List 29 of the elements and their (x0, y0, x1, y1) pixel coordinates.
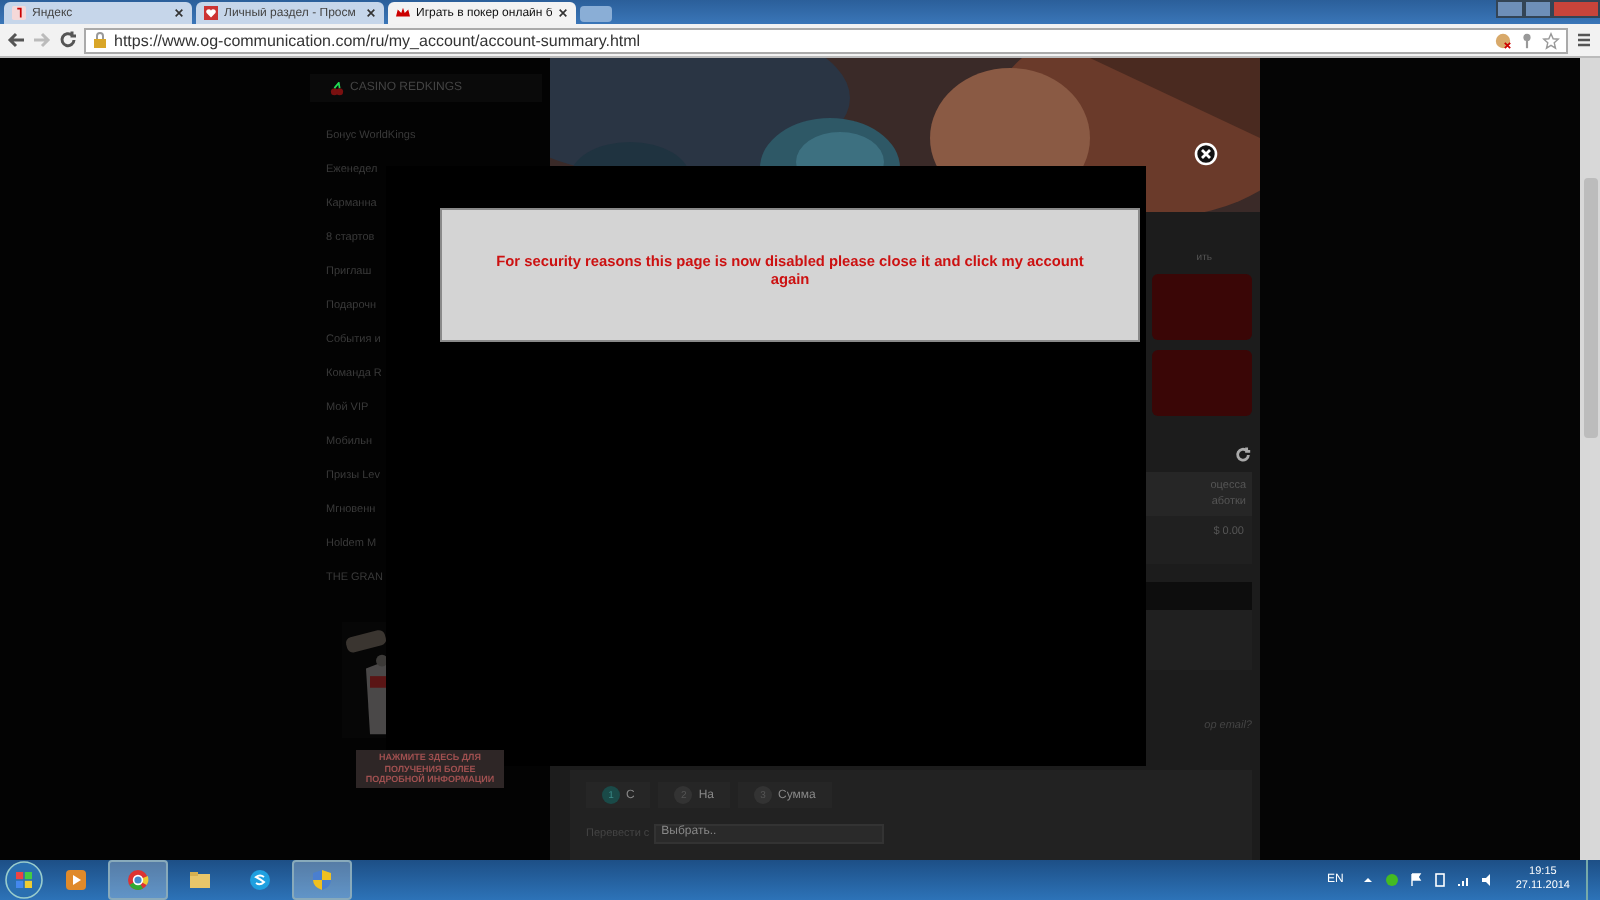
scrollbar[interactable] (1580, 58, 1600, 860)
device-icon[interactable] (1431, 872, 1448, 888)
reload-icon[interactable] (58, 30, 78, 50)
crown-icon (396, 6, 410, 20)
close-icon[interactable] (558, 8, 568, 18)
key-icon[interactable] (1518, 31, 1536, 49)
refresh-icon[interactable] (1234, 446, 1252, 464)
speaker-icon[interactable] (1479, 872, 1496, 888)
maximize-button[interactable] (1524, 0, 1552, 18)
star-icon[interactable] (1542, 31, 1560, 49)
arrow-up-icon[interactable] (1359, 872, 1376, 888)
back-icon[interactable] (6, 30, 26, 50)
status-icon[interactable] (1383, 872, 1400, 888)
browser-icon[interactable] (108, 860, 168, 900)
address-bar[interactable]: https://www.og-communication.com/ru/my_account/account-summary.html (84, 27, 1568, 53)
menu-icon[interactable] (1574, 30, 1594, 50)
flag-icon[interactable] (1407, 872, 1424, 888)
lock-icon (92, 32, 108, 48)
close-icon[interactable] (366, 8, 376, 18)
section-bar (1140, 582, 1252, 610)
close-icon[interactable] (174, 8, 184, 18)
signal-icon[interactable] (1455, 872, 1472, 888)
start-button[interactable] (4, 860, 44, 900)
heart-icon (204, 6, 218, 20)
cherry-icon (330, 81, 344, 95)
cookie-icon[interactable] (1494, 31, 1512, 49)
letter-logo-icon (12, 6, 26, 20)
content-panel (1140, 610, 1252, 670)
minimize-button[interactable] (1496, 0, 1524, 18)
